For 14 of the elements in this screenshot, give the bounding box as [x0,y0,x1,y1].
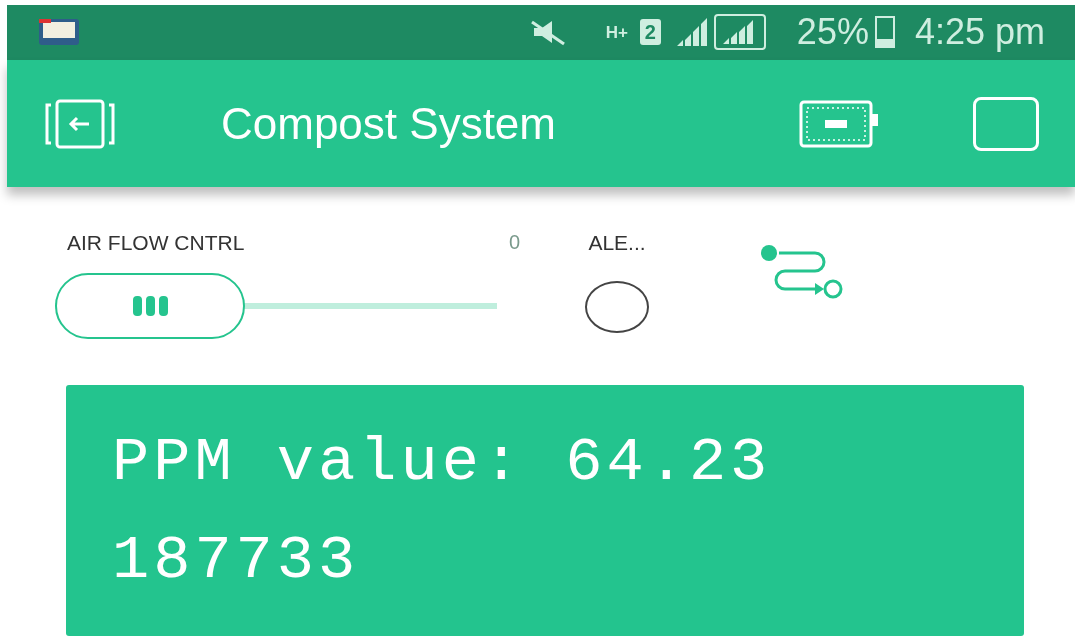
muted-speaker-icon [529,18,566,47]
sim-badge: 2 [639,19,661,46]
led-label: ALE... [588,230,646,257]
lcd-text: 187733 [112,523,361,598]
battery-percent: 25% [796,14,869,51]
battery-icon [874,16,895,49]
app-title: Compost System [221,97,556,150]
network-type: H+ [605,23,629,41]
slider-label: AIR FLOW CNTRL [67,230,245,257]
slider-reading: 0 [508,230,520,256]
stop-button[interactable] [973,96,1039,151]
clock: 4:25 pm [914,14,1045,51]
slider-track[interactable] [55,272,497,339]
lcd-text: PPM value: 64.23 [112,425,773,500]
